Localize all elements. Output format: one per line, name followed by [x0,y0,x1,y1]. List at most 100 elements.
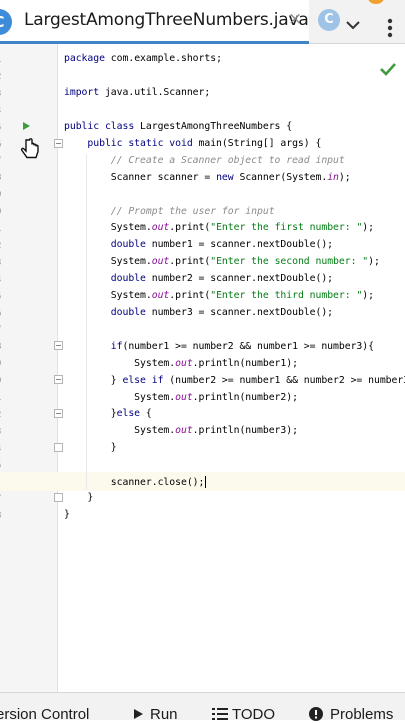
close-tab-icon[interactable]: × [288,9,302,29]
code-token: out [151,256,170,267]
code-token: else if [122,375,170,386]
code-token: com.example.shorts; [110,53,222,64]
tool-window-bar: ersion Control Run TODO Problems [0,692,405,723]
code-line-15[interactable]: System.out.print("Enter the third number… [64,290,374,301]
code-token: java.util.Scanner; [104,87,211,98]
line-number: 3 [0,427,1,437]
chevron-down-icon[interactable] [345,20,361,30]
run-class-icon[interactable] [22,121,31,131]
code-token: System. [64,425,176,436]
code-line-20[interactable]: } else if (number2 >= number1 && number2… [64,375,405,386]
code-token: { [145,408,152,419]
more-options-icon[interactable] [387,18,393,38]
code-token: .print( [169,290,211,301]
hand-cursor-icon [20,138,39,159]
code-line-8[interactable]: Scanner scanner = new Scanner(System.in)… [64,172,351,183]
fold-method-icon[interactable] [54,139,63,149]
code-line-1[interactable]: package com.example.shorts; [64,53,222,64]
java-class-tab-icon[interactable]: C [318,9,340,31]
editor-tab-bar: C LargestAmongThreeNumbers.java × C [0,0,405,44]
line-number: 2 [0,410,1,420]
code-token: number1 = scanner.nextDouble(); [151,239,334,250]
code-token: number3 = scanner.nextDouble(); [151,307,334,318]
line-number: 8 [0,342,1,352]
code-token: .print( [169,222,211,233]
code-token: System. [64,358,176,369]
fold-else-icon[interactable] [54,409,63,419]
code-line-23[interactable]: System.out.println(number3); [64,425,298,436]
code-token: in [327,172,339,183]
code-line-10[interactable]: // Prompt the user for input [64,206,275,217]
code-token: (number2 >= number1 && number2 >= number… [169,375,405,386]
code-line-27[interactable]: } [64,492,93,503]
code-token: new [216,172,240,183]
code-token: System. [64,290,152,301]
run-tool-button[interactable]: Run [133,706,178,723]
code-token: } [64,509,70,520]
line-number: 7 [0,156,1,166]
line-number: 7 [0,494,1,504]
code-token: import [64,87,105,98]
code-line-16[interactable]: double number3 = scanner.nextDouble(); [64,307,333,318]
code-token: } [64,492,94,503]
code-line-26[interactable]: scanner.close(); [64,476,207,488]
tab-largest-among-three-numbers[interactable]: C LargestAmongThreeNumbers.java × [0,0,309,44]
code-line-21[interactable]: System.out.println(number2); [64,392,298,403]
code-token: out [175,358,193,369]
code-line-11[interactable]: System.out.print("Enter the first number… [64,222,374,233]
code-token: System. [64,392,176,403]
line-number: 6 [0,140,1,150]
version-control-label: ersion Control [0,706,90,723]
code-string: "Enter the first number: " [210,222,363,233]
code-comment: // Prompt the user for input [64,206,275,217]
code-token: package [64,53,111,64]
code-line-22[interactable]: }else { [64,408,152,419]
line-number: 1 [0,55,1,65]
tab-title: LargestAmongThreeNumbers.java [24,10,309,30]
line-number: 4 [0,444,1,454]
code-line-14[interactable]: double number2 = scanner.nextDouble(); [64,273,333,284]
fold-if-icon[interactable] [54,341,63,351]
fold-end-icon[interactable] [54,443,63,453]
code-string: "Enter the third number: " [210,290,363,301]
code-line-19[interactable]: System.out.println(number1); [64,358,298,369]
fold-else-if-icon[interactable] [54,375,63,385]
code-token: ); [368,256,380,267]
line-number: 9 [0,359,1,369]
code-line-13[interactable]: System.out.print("Enter the second numbe… [64,256,380,267]
inspection-ok-icon[interactable] [379,62,397,76]
code-line-18[interactable]: if(number1 >= number2 && number1 >= numb… [64,341,374,352]
line-number: 0 [0,207,1,217]
code-token: } [64,375,123,386]
line-number: 8 [0,511,1,521]
fold-method-end-icon[interactable] [54,493,63,503]
code-line-24[interactable]: } [64,442,117,453]
code-comment: // Create a Scanner object to read input [64,155,345,166]
code-token: ); [362,290,374,301]
line-number: 9 [0,190,1,200]
code-line-12[interactable]: double number1 = scanner.nextDouble(); [64,239,333,250]
problems-tool-button[interactable]: Problems [309,706,393,723]
line-number: 0 [0,376,1,386]
line-number: 8 [0,173,1,183]
list-icon [212,708,228,720]
line-number: 1 [0,224,1,234]
line-number: 2 [0,72,1,82]
code-token: ); [362,222,374,233]
code-token: } [64,408,117,419]
code-token: else [116,408,146,419]
code-line-28[interactable]: } [64,509,70,520]
line-number: 4 [0,106,1,116]
code-token: .println(number3); [192,425,298,436]
code-line-6[interactable]: public static void main(String[] args) { [64,138,321,149]
java-class-icon: C [0,9,12,35]
code-line-5[interactable]: public class LargestAmongThreeNumbers { [64,121,292,132]
code-token: System. [64,222,152,233]
code-line-3[interactable]: import java.util.Scanner; [64,87,210,98]
code-line-7[interactable]: // Create a Scanner object to read input [64,155,345,166]
line-number: 1 [0,393,1,403]
line-number: 5 [0,292,1,302]
todo-tool-button[interactable]: TODO [212,706,275,723]
line-number: 4 [0,275,1,285]
version-control-tool-button[interactable]: ersion Control [0,706,89,723]
